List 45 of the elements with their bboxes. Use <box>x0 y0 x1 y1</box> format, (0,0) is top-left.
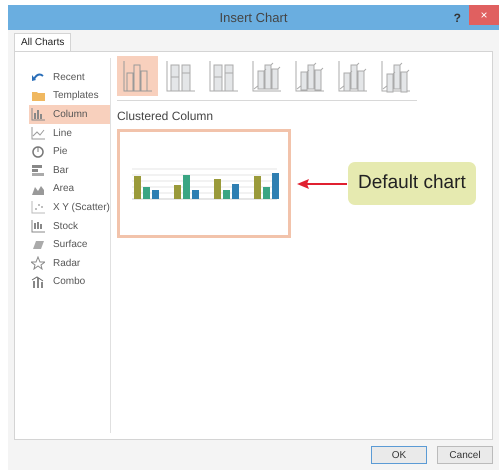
column-chart-icon <box>120 59 155 93</box>
chart-type-item[interactable]: X Y (Scatter) <box>29 198 110 217</box>
chart-type-item[interactable]: Radar <box>29 254 110 273</box>
chart-type-item[interactable]: Area <box>29 180 110 198</box>
arrow-icon <box>297 178 347 190</box>
column-chart-icon <box>31 107 45 122</box>
chart-tab[interactable]: All Charts <box>14 33 72 51</box>
chart-bar <box>232 184 239 199</box>
chart-bar <box>143 187 150 199</box>
chart-type-item[interactable]: Pie <box>29 142 110 161</box>
scatter-chart-icon <box>31 200 45 214</box>
column-chart-icon <box>206 59 241 93</box>
chart-type-item[interactable]: Bar <box>29 160 110 180</box>
chart-type-item[interactable]: Recent <box>29 68 110 87</box>
chart-bar <box>214 179 221 199</box>
chart-bar <box>223 190 230 199</box>
chart-bar <box>134 176 141 199</box>
combo-chart-icon <box>31 274 45 289</box>
chart-bar <box>183 175 190 199</box>
star-icon <box>31 256 45 270</box>
column-chart-icon <box>164 59 198 93</box>
dialog-button[interactable]: Cancel <box>437 446 493 464</box>
help-button[interactable]: ? <box>454 9 461 27</box>
chart-type-item[interactable]: Combo <box>29 272 110 292</box>
callout-label: Default chart <box>348 162 476 205</box>
column-chart-icon <box>250 59 284 93</box>
chart-type-item[interactable]: Stock <box>29 216 110 236</box>
chart-bar <box>272 173 279 199</box>
chart-type-item[interactable]: Line <box>29 124 110 142</box>
chart-bar <box>254 176 261 199</box>
chart-bar <box>174 185 181 199</box>
chart-bar <box>152 190 159 199</box>
dialog-button[interactable]: OK <box>371 446 427 464</box>
chart-type-item[interactable]: Column <box>29 105 110 124</box>
chart-bar <box>263 187 270 199</box>
bar-chart-icon <box>31 163 45 178</box>
line-chart-icon <box>31 126 45 140</box>
pie-chart-icon <box>31 144 45 159</box>
chart-bar <box>192 190 199 199</box>
stock-chart-icon <box>31 219 45 234</box>
chart-type-item[interactable]: Surface <box>29 235 110 254</box>
column-subtype-button[interactable] <box>117 56 158 96</box>
window-title: Insert Chart <box>220 8 288 27</box>
chart-subtype-title: Clustered Column <box>117 108 214 125</box>
chart-type-item[interactable]: Templates <box>29 86 110 106</box>
